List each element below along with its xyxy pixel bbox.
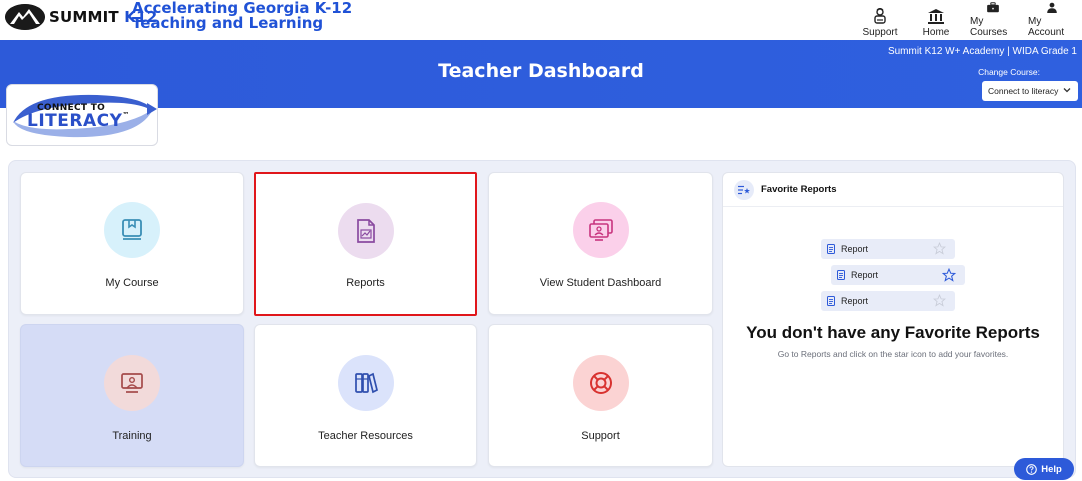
question-circle-icon [1026,463,1038,475]
tile-training-circle [104,355,160,411]
tile-my-course-circle [104,202,160,258]
student-screens-icon [588,219,613,241]
change-course-label: Change Course: [978,67,1040,77]
report-doc-icon [827,296,835,306]
favorite-list-star-icon [734,180,754,200]
nav-support-label: Support [862,27,898,38]
tile-reports[interactable]: Reports [254,172,477,316]
empty-favorites-subtitle: Go to Reports and click on the star icon… [777,349,1009,359]
star-outline-icon [933,294,946,307]
badge-line2: LITERACY™ [27,111,130,131]
nav-my-account[interactable]: My Account [1022,2,1082,38]
tile-my-course[interactable]: My Course [20,172,244,315]
tile-training-label: Training [112,430,152,442]
connect-to-literacy-badge: CONNECT TO LITERACY™ [6,84,158,146]
change-course-select[interactable]: Connect to literacy [982,81,1078,101]
school-course-info: Summit K12 W+ Academy | WIDA Grade 1 [887,46,1077,57]
tile-student-circle [572,202,629,258]
top-header: SUMMIT K12 Accelerating Georgia K-12 Tea… [0,0,1082,40]
help-label: Help [1041,463,1062,475]
tile-support-circle [572,355,629,411]
nav-my-courses[interactable]: My Courses [964,2,1022,38]
tile-support-label: Support [581,430,620,442]
tagline-line2: Teaching and Learning [132,14,324,32]
nav-home-label: Home [922,27,950,38]
favorite-example-label: Report [841,296,869,306]
tile-resources-label: Teacher Resources [318,430,413,442]
favorite-example-label: Report [841,244,869,254]
tagline: Accelerating Georgia K-12 Teaching and L… [132,1,352,31]
tile-support[interactable]: Support [488,324,713,467]
top-nav: Support Home My Courses My Account [850,2,1082,38]
lifebuoy-icon [589,372,612,394]
tile-my-course-label: My Course [105,277,159,289]
user-icon [1047,2,1057,13]
book-icon [122,219,142,240]
briefcase-icon [987,2,999,13]
nav-home[interactable]: Home [912,2,960,38]
help-button[interactable]: Help [1014,458,1074,480]
star-outline-icon [933,242,946,255]
favorite-reports-title: Favorite Reports [761,184,837,195]
support-person-icon [874,8,886,24]
nav-my-account-label: My Account [1028,16,1065,38]
presentation-icon [121,373,143,393]
empty-favorites-title: You don't have any Favorite Reports [746,323,1040,342]
mountain-logo-icon [5,4,45,30]
tile-student-label: View Student Dashboard [539,277,662,289]
tile-resources-circle [337,355,394,411]
favorite-example-label: Report [851,270,879,280]
favorite-example-row: Report [821,239,955,259]
course-select-value: Connect to literacy [988,86,1059,96]
favorite-reports-card: Favorite Reports Report Report Report Yo… [722,172,1064,467]
tile-reports-label: Reports [346,277,385,289]
tile-reports-circle [337,203,394,259]
home-building-icon [928,9,944,24]
favorite-reports-header: Favorite Reports [723,173,1063,207]
star-outline-blue-icon [942,268,956,282]
favorite-example-row: Report [821,291,955,311]
report-doc-icon [837,270,845,280]
nav-support[interactable]: Support [850,2,910,38]
chevron-down-icon [1063,88,1071,93]
tile-training[interactable]: Training [20,324,244,467]
nav-my-courses-label: My Courses [970,16,1008,38]
report-document-icon [356,219,375,243]
report-doc-icon [827,244,835,254]
page-title: Teacher Dashboard [438,60,644,82]
tile-view-student-dashboard[interactable]: View Student Dashboard [488,172,713,315]
tile-teacher-resources[interactable]: Teacher Resources [254,324,477,467]
favorite-example-row: Report [831,265,965,285]
books-icon [354,372,378,394]
